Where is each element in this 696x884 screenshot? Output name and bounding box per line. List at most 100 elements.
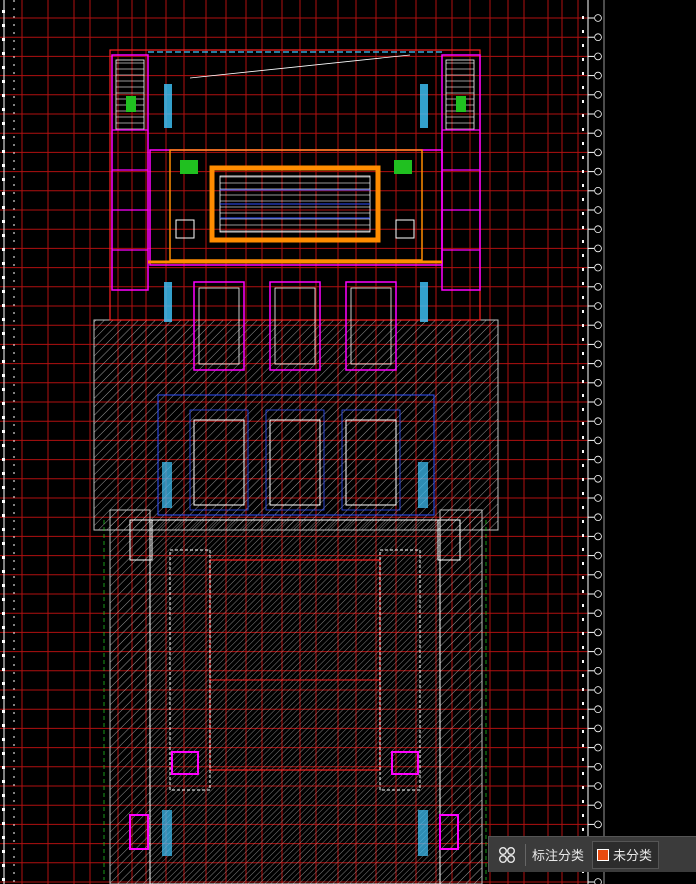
axis-bubble: [594, 647, 602, 656]
axis-bubble: [594, 686, 602, 694]
axis-marker: [2, 150, 5, 153]
axis-marker: [582, 394, 584, 397]
axis-marker: [582, 114, 584, 117]
axis-bubble: [594, 148, 602, 157]
axis-bubble: [594, 359, 602, 368]
grid-four-icon[interactable]: [493, 841, 521, 869]
axis-marker: [582, 506, 584, 509]
axis-marker: [2, 276, 5, 279]
axis-marker: [2, 794, 5, 797]
axis-marker: [2, 290, 5, 293]
axis-marker: [2, 192, 5, 195]
axis-marker: [582, 548, 584, 551]
axis-marker: [2, 360, 5, 363]
axis-marker: [582, 450, 584, 453]
axis-marker: [2, 864, 5, 867]
axis-marker: [2, 780, 5, 783]
axis-marker: [2, 24, 5, 27]
annotation-category-label: 标注分类: [532, 848, 585, 863]
axis-marker: [582, 772, 584, 775]
axis-marker: [2, 696, 5, 699]
category-color-swatch: [597, 848, 610, 861]
axis-marker: [2, 668, 5, 671]
axis-marker: [582, 422, 584, 425]
category-select[interactable]: 未分类: [592, 840, 660, 869]
axis-marker: [582, 254, 584, 257]
axis-marker: [2, 94, 5, 97]
axis-marker: [582, 660, 584, 663]
axis-marker: [2, 402, 5, 405]
axis-bubble: [594, 71, 602, 80]
axis-marker: [582, 674, 584, 677]
axis-marker: [582, 744, 584, 747]
axis-marker: [582, 408, 584, 411]
axis-bubble: [594, 302, 602, 310]
axis-marker: [2, 248, 5, 251]
axis-marker: [2, 500, 5, 503]
axis-bubble: [594, 167, 602, 176]
axis-marker: [2, 458, 5, 461]
axis-marker: [582, 436, 584, 439]
axis-marker: [582, 296, 584, 299]
axis-marker: [582, 366, 584, 369]
axis-marker: [2, 108, 5, 111]
axis-marker: [2, 416, 5, 419]
category-value: 未分类: [613, 848, 653, 863]
axis-bubble: [594, 782, 602, 790]
axis-marker: [2, 528, 5, 531]
axis-marker: [582, 520, 584, 523]
axis-marker: [582, 800, 584, 803]
axis-marker: [2, 766, 5, 769]
axis-marker: [2, 710, 5, 713]
axis-marker: [2, 66, 5, 69]
axis-marker: [2, 304, 5, 307]
axis-marker: [582, 380, 584, 383]
axis-marker: [2, 136, 5, 139]
lower-building-mass: [93, 319, 499, 884]
axis-marker: [582, 814, 584, 817]
axis-marker: [2, 262, 5, 265]
axis-marker: [2, 206, 5, 209]
axis-marker: [582, 646, 584, 649]
axis-marker: [2, 430, 5, 433]
axis-bubble: [594, 398, 602, 406]
axis-bubble: [594, 801, 602, 809]
axis-marker: [582, 786, 584, 789]
cad-drawing-canvas[interactable]: [0, 0, 696, 884]
axis-marker: [582, 226, 584, 229]
axis-bubble: [594, 225, 602, 234]
axis-bubble: [594, 436, 602, 445]
axis-bubble: [594, 474, 602, 483]
axis-marker: [2, 626, 5, 629]
axis-marker: [2, 164, 5, 167]
axis-marker: [582, 632, 584, 635]
axis-bubble: [594, 417, 602, 426]
axis-marker: [582, 688, 584, 691]
axis-marker: [582, 590, 584, 593]
axis-bubble: [594, 52, 602, 61]
axis-bubble: [594, 282, 602, 291]
axis-bubble: [594, 609, 602, 617]
axis-marker: [582, 758, 584, 761]
axis-marker: [582, 240, 584, 243]
axis-marker: [582, 100, 584, 103]
axis-bubble: [594, 743, 602, 752]
axis-bubble: [594, 666, 602, 675]
axis-marker: [2, 556, 5, 559]
axis-marker: [582, 730, 584, 733]
axis-bubble: [594, 532, 602, 541]
axis-marker: [582, 576, 584, 579]
axis-marker: [582, 198, 584, 201]
axis-marker: [2, 808, 5, 811]
axis-marker: [582, 44, 584, 47]
axis-marker: [2, 234, 5, 237]
axis-marker: [2, 752, 5, 755]
axis-marker: [2, 514, 5, 517]
axis-marker: [2, 52, 5, 55]
axis-marker: [582, 212, 584, 215]
axis-marker: [582, 464, 584, 467]
axis-marker: [2, 486, 5, 489]
axis-marker: [2, 822, 5, 825]
axis-marker: [582, 828, 584, 831]
axis-bubble: [594, 340, 602, 349]
